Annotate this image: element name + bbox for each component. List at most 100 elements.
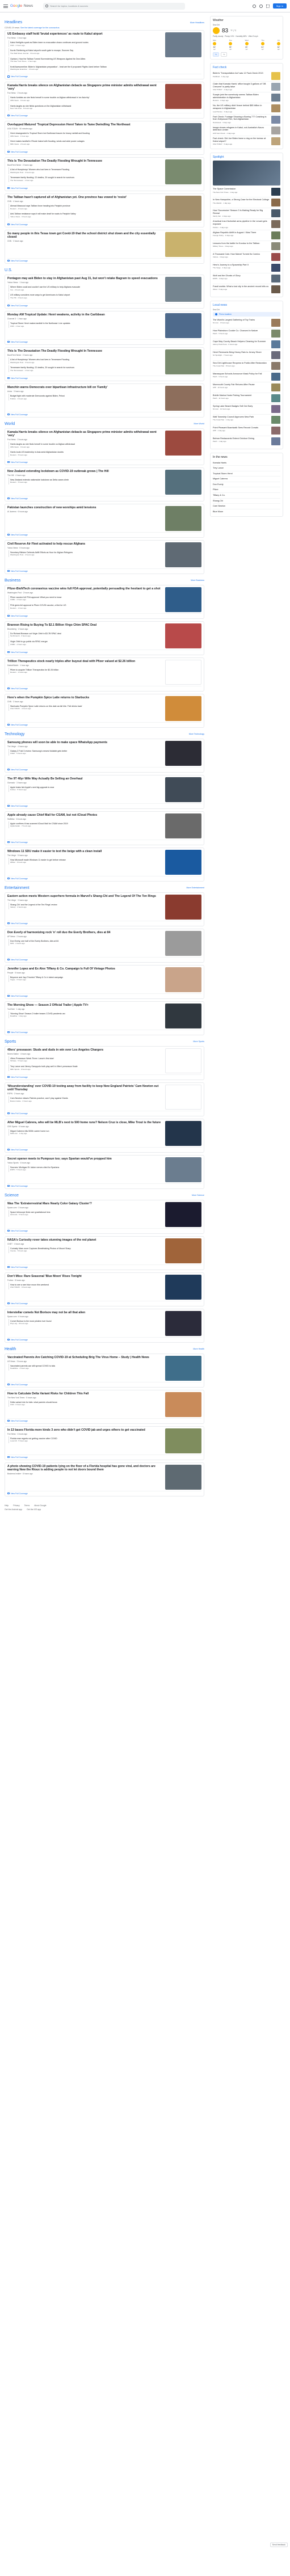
google-news-logo[interactable]: Google News [10, 4, 33, 8]
full-coverage-link[interactable]: View Full Coverage [7, 149, 201, 153]
related-article[interactable]: Beyonce and Jay-Z fronted Tiffany & Co.'… [9, 975, 162, 982]
article-headline[interactable]: Kamala Harris breaks silence on Afghanis… [7, 84, 162, 91]
related-headline[interactable]: Kabul firefights spark as Biden team vs … [10, 41, 89, 44]
full-coverage-link[interactable]: View Full Coverage [7, 185, 201, 189]
side-item-thumbnail[interactable] [271, 318, 280, 327]
footer-app-link[interactable]: Get the Android app [5, 1508, 22, 1511]
article-thumbnail[interactable] [165, 349, 201, 374]
search-input[interactable]: Search for topics, locations & sources [43, 2, 186, 10]
related-headline[interactable]: Ahmad Massoud says Taliban force heading… [10, 205, 70, 207]
lead-article[interactable]: Trillion Therapeutics stock nearly tripl… [7, 659, 201, 685]
related-article[interactable]: Apple confirms it has scanned iCloud Mai… [9, 821, 162, 828]
article-headline[interactable]: So many people in this Texas town got Co… [7, 232, 162, 239]
lead-article[interactable]: Kamala Harris breaks silence on Afghanis… [7, 430, 201, 458]
side-item-thumbnail[interactable] [271, 252, 280, 261]
lead-article[interactable]: A photo showing COVID-19 patients lying … [7, 1464, 201, 1490]
lead-article[interactable]: Windows 11 SDU make it easier to text th… [7, 849, 201, 875]
local-news-item[interactable]: Wall Township Council Approves New Park T… [213, 415, 280, 425]
related-article[interactable]: Harris laughs as she finds herself in so… [9, 442, 162, 449]
related-headline[interactable]: Cam Newton misses Patriots practice, won… [10, 1097, 68, 1099]
side-item-headline[interactable]: Point Pleasant Boardwalk Sees Record Cro… [213, 427, 270, 429]
lead-article[interactable]: Interstellar comets Not Borisov may not … [7, 1310, 201, 1336]
full-coverage-link[interactable]: View Full Coverage [7, 875, 201, 880]
full-coverage-link[interactable]: View Full Coverage [7, 1381, 201, 1386]
article-headline[interactable]: Interstellar comets Not Borisov may not … [7, 1311, 162, 1314]
full-coverage-link[interactable]: View Full Coverage [7, 839, 201, 844]
fact-check-item[interactable]: Suaqie joint the somebody seems Taliban … [213, 92, 280, 104]
full-coverage-link[interactable]: View Full Coverage [7, 1074, 201, 1078]
related-article[interactable]: A list of Humphreys' Women who lost live… [9, 357, 162, 365]
in-the-news-item[interactable]: Kamala Harris [213, 461, 280, 466]
pick-location-button[interactable]: Pick a location [213, 311, 280, 317]
full-coverage-link[interactable]: View Full Coverage [7, 1110, 201, 1115]
side-item-headline[interactable]: Fact Check: Footage Showing a Boeing 777… [213, 116, 270, 121]
section-title[interactable]: Science [5, 1194, 19, 1198]
full-coverage-link[interactable]: View Full Coverage [7, 221, 201, 226]
side-item-thumbnail[interactable] [271, 415, 280, 424]
article-thumbnail[interactable] [165, 1310, 201, 1336]
article-headline[interactable]: The Taliban hasn't captured all of Afgha… [7, 196, 162, 199]
article-thumbnail[interactable] [165, 967, 201, 992]
related-article[interactable]: 'Morning Show' Season 2 trailer teases C… [9, 1011, 162, 1018]
more-link[interactable]: More Sports [193, 1040, 204, 1043]
related-article[interactable]: Virgin Orbit to go public via SPAC merge… [9, 639, 162, 647]
related-article[interactable]: Cam Newton misses Patriots practice, won… [9, 1095, 162, 1103]
related-article[interactable]: FDA gives full approval to Pfizer COVID … [9, 602, 162, 610]
article-thumbnail[interactable] [165, 276, 201, 302]
full-coverage-link[interactable]: View Full Coverage [7, 302, 201, 307]
related-article[interactable]: Anti-Taliban resistance says it will mak… [9, 212, 162, 219]
full-coverage-link[interactable]: View Full Coverage [7, 112, 201, 117]
side-item-thumbnail[interactable] [271, 242, 280, 250]
side-item-thumbnail[interactable] [271, 126, 280, 134]
section-title[interactable]: U.S. [5, 268, 12, 272]
article-thumbnail[interactable] [165, 542, 201, 567]
fact-check-item[interactable]: Image shows refugees in Kabul, not Austr… [213, 125, 280, 136]
side-item-headline[interactable]: How 'Succession' Season 3 Is Making Read… [213, 209, 270, 214]
article-thumbnail[interactable] [165, 1201, 201, 1227]
article-thumbnail[interactable] [165, 894, 201, 920]
menu-icon[interactable] [3, 4, 8, 8]
lead-article[interactable]: The 9T 40yr Wife Way Actually Be Selling… [7, 777, 201, 802]
local-news-item[interactable]: The World's Largest Gathering of Toy Tra… [213, 318, 280, 328]
spotlight-title[interactable]: Spotlight [213, 155, 280, 159]
article-thumbnail[interactable] [165, 930, 201, 956]
related-headline[interactable]: 'Morning Show' Season 2 trailer teases C… [10, 1013, 65, 1015]
search-icon[interactable] [45, 5, 49, 7]
related-article[interactable]: Comet Borisov is the most pristine ever … [9, 1318, 162, 1326]
article-headline[interactable]: Eastern action meets Western superhero f… [7, 895, 162, 898]
article-headline[interactable]: Vaccinated Parents Are Catching COVID-19… [7, 1356, 162, 1359]
related-article[interactable]: Tennessee family flooding: 22 deaths, 20… [9, 175, 162, 183]
in-the-news-label[interactable]: Kamala Harris [213, 462, 226, 465]
section-title[interactable]: Health [5, 1347, 16, 1351]
related-article[interactable]: Galaxy Z Fold 3 review: Samsung's newest… [9, 748, 162, 756]
full-coverage-link[interactable]: View Full Coverage [7, 722, 201, 726]
lead-article[interactable]: Brannon Rising to Buying To $2.1 Billion… [7, 623, 201, 648]
related-article[interactable]: Harris laughs as she fields questions on… [9, 103, 162, 111]
related-article[interactable]: Delta variant risk for kids: what parent… [9, 1399, 162, 1407]
full-coverage-link[interactable]: View Full Coverage [7, 339, 201, 343]
related-headline[interactable]: Trey Lance and Jimmy Garoppolo both play… [10, 1065, 78, 1068]
side-item-headline[interactable]: Wall Township Council Approves New Park [213, 416, 270, 419]
footer-link[interactable]: Privacy [13, 1504, 19, 1507]
article-headline[interactable]: Was The 'Extraterrestrial Mars Nearly Co… [7, 1202, 162, 1205]
lead-article[interactable]: Was The 'Extraterrestrial Mars Nearly Co… [7, 1201, 201, 1227]
side-item-thumbnail[interactable] [271, 361, 280, 370]
related-article[interactable]: Don Everly, one half of the Everly Broth… [9, 938, 162, 946]
spotlight-item[interactable]: The Space Commission The New York Times ·… [213, 187, 280, 198]
article-headline[interactable]: Manchin warns Democrats over bipartisan … [7, 386, 162, 389]
related-headline[interactable]: New Zealand extends nationwide lockdown … [10, 479, 69, 481]
lead-article[interactable]: In 13 bases Florida more kinds 3 zero wh… [7, 1428, 201, 1453]
article-headline[interactable]: Trillion Therapeutics stock nearly tripl… [7, 660, 162, 663]
full-coverage-link[interactable]: View Full Coverage [7, 1183, 201, 1187]
footer-link[interactable]: Terms [24, 1504, 30, 1507]
in-the-news-item[interactable]: Don Everly [213, 482, 280, 488]
related-headline[interactable]: A list of Humphreys' Women who lost live… [10, 359, 69, 361]
related-headline[interactable]: Harris laughs as she finds herself in so… [10, 443, 75, 445]
article-thumbnail[interactable] [165, 623, 201, 648]
side-item-headline[interactable]: Hero's Journey to a Spaceship Part II [213, 264, 270, 267]
related-article[interactable]: Harris touts US leadership in Asia amid … [9, 450, 162, 457]
side-item-thumbnail[interactable] [271, 220, 280, 229]
more-link[interactable]: More Health [193, 1348, 204, 1350]
spotlight-item[interactable]: Wolf and the Ghosts of Glory ESPN · 4 day… [213, 273, 280, 284]
spotlight-item[interactable]: How 'Succession' Season 3 Is Making Read… [213, 208, 280, 220]
